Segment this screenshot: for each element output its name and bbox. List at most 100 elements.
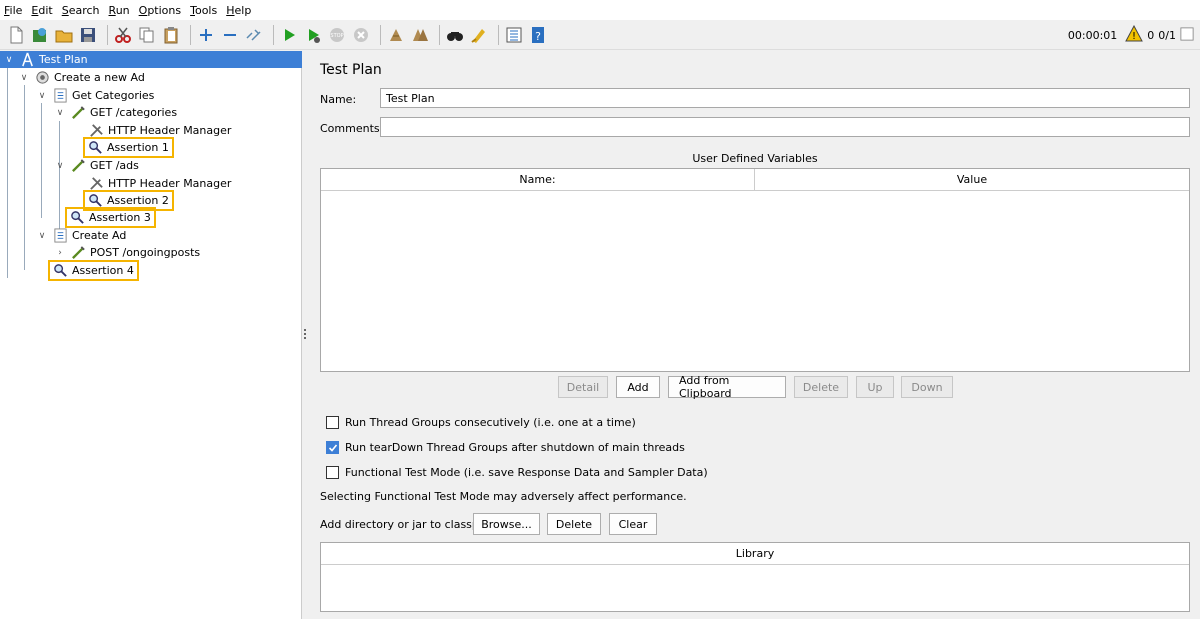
tree-item-thread-group[interactable]: ∨ Create a new Ad — [18, 69, 145, 86]
save-icon[interactable] — [78, 25, 98, 45]
shutdown-icon[interactable] — [351, 25, 371, 45]
tree-item-assertion-1[interactable]: Assertion 1 — [83, 137, 174, 158]
clear-all-icon[interactable] — [410, 25, 430, 45]
tree-item-header-manager-2[interactable]: HTTP Header Manager — [88, 175, 231, 192]
classpath-delete-button[interactable]: Delete — [547, 513, 601, 535]
library-column[interactable]: Library — [321, 543, 1189, 564]
page-title: Test Plan — [320, 62, 382, 78]
function-helper-icon[interactable] — [504, 25, 524, 45]
run-consecutively-checkbox[interactable]: Run Thread Groups consecutively (i.e. on… — [326, 416, 636, 429]
open-icon[interactable] — [54, 25, 74, 45]
cut-icon[interactable] — [113, 25, 133, 45]
browse-button[interactable]: Browse... — [473, 513, 540, 535]
library-table[interactable]: Library — [320, 542, 1190, 612]
checkbox-checked[interactable] — [326, 441, 339, 454]
tree-item-label: GET /categories — [90, 106, 178, 119]
reset-search-icon[interactable] — [469, 25, 489, 45]
toggle-icon[interactable] — [244, 25, 264, 45]
checkbox-box[interactable] — [326, 416, 339, 429]
menu-options[interactable]: Options — [139, 4, 181, 17]
down-button[interactable]: Down — [901, 376, 953, 398]
comments-field[interactable] — [380, 117, 1190, 137]
chevron-down-icon[interactable]: ∨ — [3, 54, 15, 66]
help-icon[interactable]: ? — [528, 25, 548, 45]
checkbox-label: Run tearDown Thread Groups after shutdow… — [345, 441, 685, 454]
warning-icon[interactable]: ! — [1125, 24, 1144, 46]
clear-icon[interactable] — [386, 25, 406, 45]
menu-bar: File Edit Search Run Options Tools Help — [0, 0, 1200, 20]
classpath-label: Add directory or jar to classpath — [320, 518, 497, 531]
menu-search-label: earch — [68, 3, 100, 17]
tree-item-label: HTTP Header Manager — [108, 177, 232, 190]
functional-test-mode-checkbox[interactable]: Functional Test Mode (i.e. save Response… — [326, 466, 708, 479]
menu-run-mnemonic: R — [108, 3, 116, 17]
chevron-right-icon[interactable]: › — [54, 247, 66, 259]
new-icon[interactable] — [6, 25, 26, 45]
start-icon[interactable] — [279, 25, 299, 45]
expand-icon[interactable] — [196, 25, 216, 45]
status-area: 00:00:01 ! 0 0/1 — [1064, 20, 1194, 50]
name-field[interactable]: Test Plan — [380, 88, 1190, 108]
chevron-down-icon[interactable]: ∨ — [18, 72, 30, 84]
add-from-clipboard-button[interactable]: Add from Clipboard — [668, 374, 786, 400]
tree-item-header-manager-1[interactable]: HTTP Header Manager — [88, 122, 231, 139]
checkbox-label: Run Thread Groups consecutively (i.e. on… — [345, 416, 636, 429]
chevron-down-icon[interactable]: ∨ — [36, 230, 48, 242]
menu-file[interactable]: File — [4, 4, 22, 17]
menu-help-label: elp — [234, 3, 252, 17]
transaction-controller-icon — [52, 228, 68, 244]
tree-item-assertion-4[interactable]: Assertion 4 — [48, 260, 139, 281]
toolbar-separator — [190, 24, 191, 45]
checkbox-box[interactable] — [326, 466, 339, 479]
tree-item-label: Test Plan — [39, 53, 88, 66]
tree-item-assertion-3[interactable]: Assertion 3 — [65, 207, 156, 228]
warning-count: 0 — [1147, 28, 1155, 42]
drag-handle-icon[interactable] — [304, 329, 307, 341]
menu-search[interactable]: Search — [62, 4, 100, 17]
split-pane-divider[interactable] — [302, 51, 310, 619]
menu-tools[interactable]: Tools — [190, 4, 217, 17]
sampler-icon — [70, 245, 86, 261]
udv-column-value[interactable]: Value — [755, 169, 1189, 190]
tree-item-post-ongoingposts[interactable]: › POST /ongoingposts — [54, 244, 200, 261]
chevron-down-icon[interactable]: ∨ — [54, 160, 66, 172]
tree-item-get-ads-sampler[interactable]: ∨ GET /ads — [54, 157, 139, 174]
detail-button[interactable]: Detail — [558, 376, 608, 398]
menu-edit[interactable]: Edit — [31, 4, 52, 17]
tree-item-get-categories[interactable]: ∨ Get Categories — [36, 87, 154, 104]
config-icon — [88, 176, 104, 192]
add-button[interactable]: Add — [616, 376, 660, 398]
chevron-down-icon[interactable]: ∨ — [36, 90, 48, 102]
tree-item-test-plan[interactable]: ∨ Test Plan — [0, 51, 302, 68]
search-icon[interactable] — [445, 25, 465, 45]
templates-icon[interactable] — [30, 25, 50, 45]
copy-icon[interactable] — [137, 25, 157, 45]
delete-variable-button[interactable]: Delete — [794, 376, 848, 398]
udv-table[interactable]: Name: Value — [320, 168, 1190, 372]
stop-icon[interactable]: STOP — [327, 25, 347, 45]
tree-item-create-ad[interactable]: ∨ Create Ad — [36, 227, 126, 244]
menu-options-label: ptions — [147, 3, 182, 17]
tree-guide — [7, 68, 8, 278]
collapse-icon[interactable] — [220, 25, 240, 45]
menu-run[interactable]: Run — [109, 4, 130, 17]
up-button[interactable]: Up — [856, 376, 894, 398]
tree-item-assertion-2[interactable]: Assertion 2 — [83, 190, 174, 211]
tree-item-label: Assertion 2 — [107, 194, 169, 207]
menu-help[interactable]: Help — [226, 4, 251, 17]
comments-label: Comments: — [320, 122, 384, 135]
test-plan-editor: Test Plan Name: Test Plan Comments: User… — [310, 51, 1200, 619]
start-no-pause-icon[interactable] — [303, 25, 323, 45]
checkmark-icon — [328, 443, 337, 452]
test-plan-tree: ∨ Test Plan ∨ Create a new Ad ∨ Get Cate… — [0, 51, 302, 619]
menu-search-mnemonic: S — [61, 3, 69, 17]
tree-item-get-categories-sampler[interactable]: ∨ GET /categories — [54, 104, 177, 121]
assertion-icon — [87, 140, 103, 156]
udv-column-name[interactable]: Name: — [321, 169, 755, 190]
paste-icon[interactable] — [161, 25, 181, 45]
classpath-clear-button[interactable]: Clear — [609, 513, 657, 535]
run-teardown-checkbox[interactable]: Run tearDown Thread Groups after shutdow… — [326, 441, 685, 454]
chevron-down-icon[interactable]: ∨ — [54, 107, 66, 119]
thread-group-icon — [34, 70, 50, 86]
svg-text:?: ? — [535, 30, 541, 43]
